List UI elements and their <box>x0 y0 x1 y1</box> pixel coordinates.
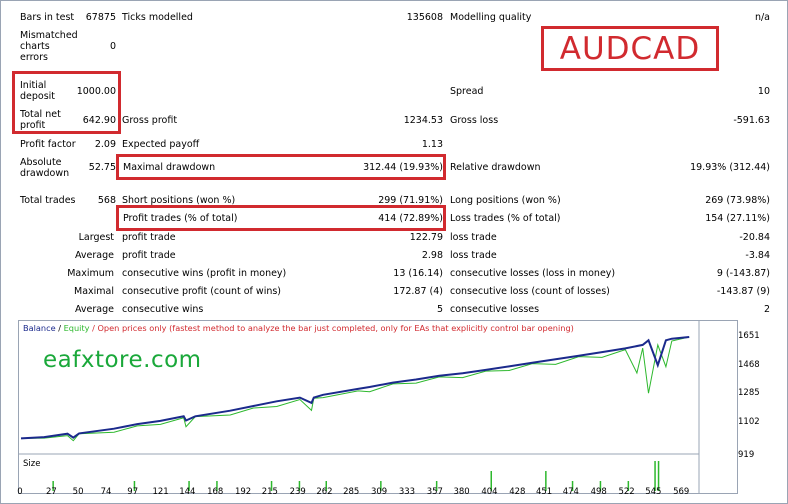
expected-payoff-label: Expected payoff <box>122 139 200 150</box>
x-tick-label: 97 <box>127 487 139 497</box>
gross-loss-label: Gross loss <box>450 115 499 126</box>
x-tick-label: 404 <box>481 487 498 497</box>
balance-line <box>20 336 690 440</box>
absolute-drawdown-label-1: Absolute <box>20 157 62 168</box>
y-tick-label: 1102 <box>738 416 760 427</box>
largest-loss-value: -20.84 <box>739 232 770 243</box>
largest-loss-label: loss trade <box>450 232 497 243</box>
relative-drawdown-label: Relative drawdown <box>450 162 541 173</box>
x-tick-label: 239 <box>289 487 306 497</box>
x-tick-label: 428 <box>509 487 526 497</box>
max-cons-losses-label: consecutive losses (loss in money) <box>450 268 616 279</box>
x-tick-label: 121 <box>152 487 169 497</box>
avg-cons-losses-label: consecutive losses <box>450 304 540 315</box>
absolute-drawdown-value: 52.75 <box>88 162 116 173</box>
average-label: Average <box>74 250 114 261</box>
avg-cons-wins-label: consecutive wins <box>122 304 204 315</box>
max-cons-wins-value: 13 (16.14) <box>393 268 443 279</box>
x-tick-label: 215 <box>261 487 278 497</box>
max-cons-losses-value: 9 (-143.87) <box>716 268 770 279</box>
x-tick-label: 262 <box>316 487 333 497</box>
y-tick-label: 1468 <box>738 359 760 370</box>
x-tick-label: 357 <box>426 487 443 497</box>
largest-label: Largest <box>78 232 114 243</box>
largest-profit-value: 122.79 <box>409 232 443 243</box>
long-positions-label: Long positions (won %) <box>450 195 561 206</box>
x-tick-label: 168 <box>207 487 224 497</box>
spread-label: Spread <box>450 86 484 97</box>
highlight-profit-trades <box>116 205 446 231</box>
ticks-modelled-value: 135608 <box>406 12 443 23</box>
pair-label: AUDCAD <box>559 30 701 67</box>
x-tick-label: 474 <box>562 487 579 497</box>
spread-value: 10 <box>757 86 770 97</box>
loss-trades-value: 154 (27.11%) <box>705 213 770 224</box>
modelling-quality-value: n/a <box>754 12 770 23</box>
bars-in-test-value: 67875 <box>85 12 116 23</box>
mismatched-label-2: charts <box>20 41 50 52</box>
ticks-modelled-label: Ticks modelled <box>122 12 193 23</box>
y-tick-label: 1285 <box>738 388 760 398</box>
loss-trades-label: Loss trades (% of total) <box>450 213 561 224</box>
gross-loss-value: -591.63 <box>733 115 770 126</box>
maximum-label: Maximum <box>67 268 114 279</box>
relative-drawdown-value: 19.93% (312.44) <box>690 162 770 173</box>
x-tick-label: 285 <box>343 487 360 497</box>
maximal-cons-profit-value: 172.87 (4) <box>393 286 443 297</box>
highlight-deposit-profit <box>12 71 121 134</box>
largest-profit-label: profit trade <box>122 232 176 243</box>
y-tick-label: 1651 <box>738 331 760 341</box>
balance-equity-graph: Balance / Equity / Open prices only (fas… <box>18 320 738 494</box>
x-tick-label: 333 <box>398 487 416 497</box>
x-tick-label: 380 <box>453 487 470 497</box>
x-tick-label: 144 <box>179 487 196 497</box>
profit-factor-value: 2.09 <box>94 139 116 150</box>
average-loss-value: -3.84 <box>745 250 770 261</box>
x-tick-label: 50 <box>72 487 84 497</box>
highlight-maximal-drawdown <box>116 154 446 180</box>
x-tick-label: 451 <box>535 487 553 497</box>
chart-svg <box>19 321 700 493</box>
gross-profit-label: Gross profit <box>122 115 178 126</box>
mismatched-label-3: errors <box>20 52 48 63</box>
x-tick-label: 0 <box>17 487 23 497</box>
average-loss-label: loss trade <box>450 250 497 261</box>
avg-cons-wins-value: 5 <box>436 304 443 315</box>
total-trades-value: 568 <box>97 195 116 206</box>
series-layer <box>20 336 690 442</box>
x-tick-label: 569 <box>673 487 690 497</box>
x-tick-label: 545 <box>645 487 662 497</box>
average2-label: Average <box>74 304 114 315</box>
avg-cons-losses-value: 2 <box>763 304 770 315</box>
maximal-cons-loss-value: -143.87 (9) <box>716 286 770 297</box>
x-tick-label: 27 <box>45 487 57 497</box>
pair-label-box: AUDCAD <box>541 26 719 71</box>
mismatched-value: 0 <box>109 41 116 52</box>
long-positions-value: 269 (73.98%) <box>705 195 770 206</box>
maximal-cons-profit-label: consecutive profit (count of wins) <box>122 286 282 297</box>
x-tick-label: 498 <box>590 487 607 497</box>
size-label: Size <box>23 459 41 469</box>
average-profit-value: 2.98 <box>421 250 443 261</box>
x-tick-label: 309 <box>370 487 388 497</box>
mismatched-label-1: Mismatched <box>20 30 78 41</box>
expected-payoff-value: 1.13 <box>421 139 443 150</box>
x-tick-label: 74 <box>100 487 112 497</box>
x-tick-label: 522 <box>618 487 635 497</box>
average-profit-label: profit trade <box>122 250 176 261</box>
maximal-label: Maximal <box>74 286 114 297</box>
x-tick-label: 192 <box>234 487 252 497</box>
maximal-cons-loss-label: consecutive loss (count of losses) <box>450 286 610 297</box>
max-cons-wins-label: consecutive wins (profit in money) <box>122 268 287 279</box>
modelling-quality-label: Modelling quality <box>450 12 532 23</box>
y-tick-label: 919 <box>738 450 755 460</box>
gross-profit-value: 1234.53 <box>403 115 443 126</box>
